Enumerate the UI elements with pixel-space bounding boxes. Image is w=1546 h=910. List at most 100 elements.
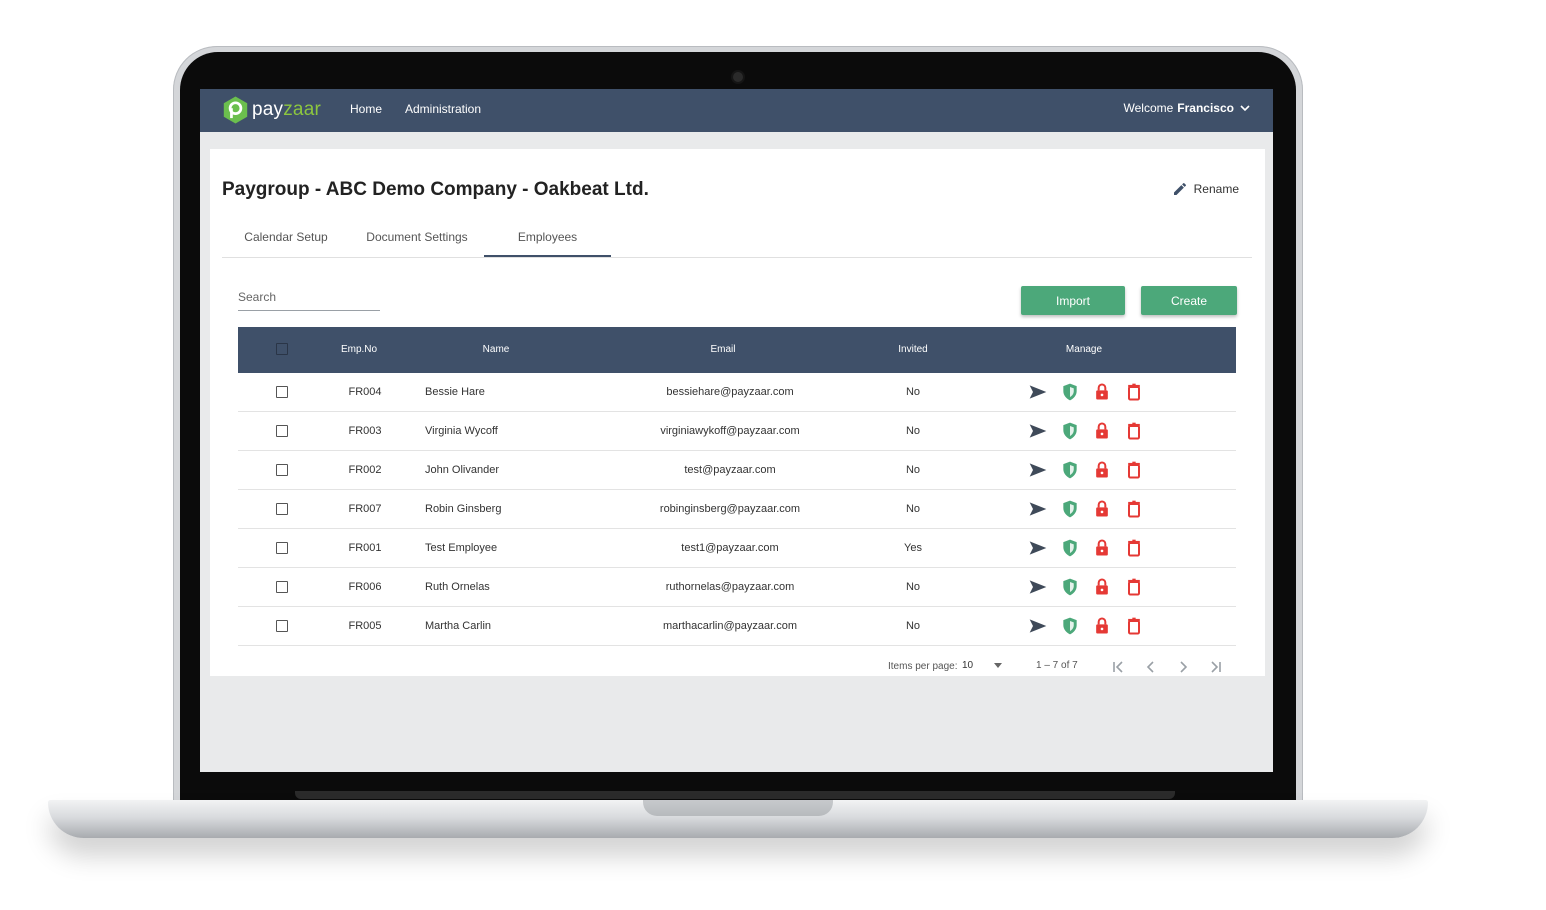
table-row[interactable]: FR006 Ruth Ornelas ruthornelas@payzaar.com… <box>238 568 1236 607</box>
send-invite-button[interactable] <box>1028 460 1048 480</box>
delete-button[interactable] <box>1124 499 1144 519</box>
row-checkbox[interactable] <box>276 464 288 476</box>
header-invited[interactable]: Invited <box>878 327 948 373</box>
lock-button[interactable] <box>1092 460 1112 480</box>
cell-emp-no: FR002 <box>348 464 382 476</box>
page-range: 1 – 7 of 7 <box>1036 660 1078 671</box>
table-header: Emp.No Name Email Invited Manage <box>238 327 1236 373</box>
table-row[interactable]: FR007 Robin Ginsberg robinginsberg@payzaar… <box>238 490 1236 529</box>
welcome-user: Francisco <box>1177 101 1234 115</box>
delete-button[interactable] <box>1124 577 1144 597</box>
cell-emp-no: FR006 <box>348 581 382 593</box>
table-row[interactable]: FR002 John Olivander test@payzaar.com No <box>238 451 1236 490</box>
lock-button[interactable] <box>1092 421 1112 441</box>
page-title: Paygroup - ABC Demo Company - Oakbeat Lt… <box>222 179 649 200</box>
send-icon <box>1029 619 1047 633</box>
trash-icon <box>1128 500 1140 518</box>
items-per-page-dropdown-icon[interactable] <box>994 663 1002 668</box>
user-menu[interactable]: Welcome Francisco <box>1124 101 1252 115</box>
search-field <box>238 286 380 311</box>
table-row[interactable]: FR003 Virginia Wycoff virginiawykoff@payza… <box>238 412 1236 451</box>
permissions-button[interactable] <box>1060 538 1080 558</box>
select-all-checkbox[interactable] <box>276 343 288 355</box>
tab-document-settings[interactable]: Document Settings <box>352 219 482 256</box>
lock-button[interactable] <box>1092 616 1112 636</box>
trash-icon <box>1128 617 1140 635</box>
row-checkbox[interactable] <box>276 386 288 398</box>
logo-text-pay: pay <box>252 99 284 120</box>
cell-name: Robin Ginsberg <box>425 503 502 515</box>
trash-icon <box>1128 383 1140 401</box>
cell-name: John Olivander <box>425 464 499 476</box>
lock-button[interactable] <box>1092 538 1112 558</box>
cell-name: Test Employee <box>425 542 498 554</box>
lock-icon <box>1096 383 1108 400</box>
first-page-button[interactable] <box>1108 656 1130 678</box>
next-page-button[interactable] <box>1172 656 1194 678</box>
send-invite-button[interactable] <box>1028 421 1048 441</box>
table-row[interactable]: FR001 Test Employee test1@payzaar.com Yes <box>238 529 1236 568</box>
create-button[interactable]: Create <box>1141 286 1237 315</box>
items-per-page-select[interactable]: 10 <box>962 660 973 671</box>
pencil-icon <box>1173 182 1186 195</box>
send-invite-button[interactable] <box>1028 616 1048 636</box>
first-page-icon <box>1113 661 1123 673</box>
trash-icon <box>1128 461 1140 479</box>
chevron-right-icon <box>1180 661 1188 673</box>
last-page-button[interactable] <box>1204 656 1226 678</box>
row-checkbox[interactable] <box>276 581 288 593</box>
lock-icon <box>1096 578 1108 595</box>
cell-invited: No <box>905 620 921 632</box>
header-email[interactable]: Email <box>678 327 768 373</box>
camera-dot <box>733 72 743 82</box>
cell-emp-no: FR003 <box>348 425 382 437</box>
lock-button[interactable] <box>1092 382 1112 402</box>
send-icon <box>1029 502 1047 516</box>
permissions-button[interactable] <box>1060 616 1080 636</box>
cell-name: Ruth Ornelas <box>425 581 490 593</box>
delete-button[interactable] <box>1124 382 1144 402</box>
row-checkbox[interactable] <box>276 542 288 554</box>
lock-button[interactable] <box>1092 577 1112 597</box>
rename-button[interactable]: Rename <box>1172 181 1239 197</box>
table-row[interactable]: FR004 Bessie Hare bessiehare@payzaar.com No <box>238 373 1236 412</box>
nav-administration[interactable]: Administration <box>405 102 481 116</box>
permissions-button[interactable] <box>1060 421 1080 441</box>
payzaar-logo[interactable]: payzaar <box>222 93 342 127</box>
send-invite-button[interactable] <box>1028 382 1048 402</box>
import-button[interactable]: Import <box>1021 286 1125 315</box>
search-input[interactable] <box>238 286 380 304</box>
row-checkbox[interactable] <box>276 503 288 515</box>
app-screen: payzaar Home Administration Welcome Fran… <box>200 89 1273 772</box>
table-row[interactable]: FR005 Martha Carlin marthacarlin@payzaar.c… <box>238 607 1236 646</box>
trash-icon <box>1128 578 1140 596</box>
tab-employees[interactable]: Employees <box>484 219 611 257</box>
send-invite-button[interactable] <box>1028 499 1048 519</box>
send-icon <box>1029 463 1047 477</box>
permissions-button[interactable] <box>1060 499 1080 519</box>
header-emp-no[interactable]: Emp.No <box>328 327 390 373</box>
cell-email: marthacarlin@payzaar.com <box>662 620 798 632</box>
lock-button[interactable] <box>1092 499 1112 519</box>
delete-button[interactable] <box>1124 616 1144 636</box>
row-checkbox[interactable] <box>276 620 288 632</box>
permissions-button[interactable] <box>1060 577 1080 597</box>
row-checkbox[interactable] <box>276 425 288 437</box>
delete-button[interactable] <box>1124 538 1144 558</box>
delete-button[interactable] <box>1124 421 1144 441</box>
tab-calendar-setup[interactable]: Calendar Setup <box>222 219 350 256</box>
delete-button[interactable] <box>1124 460 1144 480</box>
permissions-button[interactable] <box>1060 460 1080 480</box>
send-icon <box>1029 541 1047 555</box>
screen-background <box>200 676 1273 772</box>
send-invite-button[interactable] <box>1028 538 1048 558</box>
send-invite-button[interactable] <box>1028 577 1048 597</box>
send-icon <box>1029 424 1047 438</box>
previous-page-button[interactable] <box>1140 656 1162 678</box>
welcome-prefix: Welcome <box>1123 101 1174 115</box>
cell-emp-no: FR005 <box>348 620 382 632</box>
nav-home[interactable]: Home <box>350 102 382 116</box>
header-name[interactable]: Name <box>458 327 534 373</box>
permissions-button[interactable] <box>1060 382 1080 402</box>
shield-icon <box>1063 617 1077 635</box>
